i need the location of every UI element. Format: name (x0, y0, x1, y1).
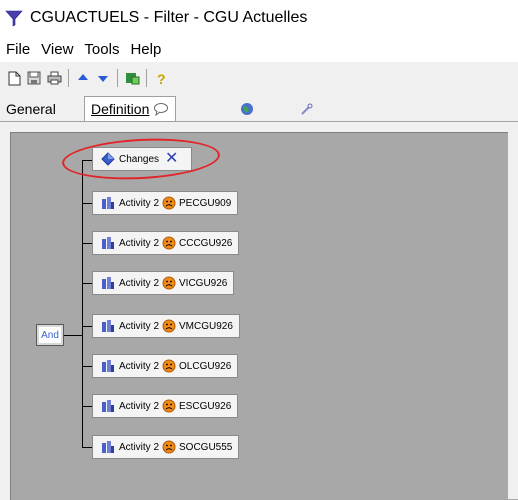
activity-label: Activity 2 (119, 400, 160, 412)
activity-icon (102, 360, 114, 372)
activity-label: Activity 2 (119, 277, 160, 289)
help-icon[interactable]: ? (153, 70, 169, 86)
move-down-icon[interactable] (95, 70, 111, 86)
sad-face-icon (162, 236, 176, 250)
tab-general[interactable]: General (2, 98, 60, 120)
tab-link[interactable] (296, 98, 318, 120)
branch-line (82, 243, 92, 244)
activity-label: Activity 2 (119, 360, 160, 372)
filter-canvas (10, 132, 518, 500)
activity-label: Activity 2 (119, 441, 160, 453)
sad-face-icon (162, 359, 176, 373)
canvas-edge (508, 132, 518, 499)
filter-funnel-icon (5, 10, 23, 27)
activity-code: ESCGU926 (179, 400, 232, 412)
menu-bar: File View Tools Help (0, 36, 518, 62)
activity-label: Activity 2 (119, 197, 160, 209)
activity-code: VICGU926 (179, 277, 228, 289)
branch-line (82, 406, 92, 407)
menu-view[interactable]: View (36, 41, 78, 58)
sad-face-icon (162, 399, 176, 413)
tab-strip: General Definition (0, 96, 518, 122)
tab-globe[interactable] (236, 98, 258, 120)
new-icon[interactable] (6, 70, 22, 86)
tab-general-label: General (6, 101, 56, 117)
activity-icon (102, 441, 114, 453)
add-condition-icon[interactable] (124, 70, 140, 86)
activity-icon (102, 237, 114, 249)
root-connector-line (64, 335, 82, 336)
sad-face-icon (162, 440, 176, 454)
activity-code: CCCGU926 (179, 237, 233, 249)
activity-node[interactable]: Activity 2 CCCGU926 (92, 231, 240, 255)
branch-line (82, 447, 92, 448)
branch-line (82, 283, 92, 284)
toolbar-separator (146, 69, 147, 87)
activity-code: VMCGU926 (179, 320, 233, 332)
activity-code: OLCGU926 (179, 360, 232, 372)
activity-node[interactable]: Activity 2 OLCGU926 (92, 354, 239, 378)
window-title: CGUACTUELS - Filter - CGU Actuelles (30, 9, 308, 26)
svg-text:?: ? (157, 71, 166, 86)
save-icon[interactable] (26, 70, 42, 86)
activity-icon (102, 320, 114, 332)
globe-icon (241, 103, 253, 115)
speech-bubble-icon (154, 103, 169, 116)
activity-node[interactable]: Activity 2 SOCGU555 (92, 435, 240, 459)
branch-line (82, 203, 92, 204)
print-icon[interactable] (46, 70, 62, 86)
toolbar: ? (4, 66, 171, 90)
activity-node[interactable]: Activity 2 ESCGU926 (92, 394, 239, 418)
sad-face-icon (162, 196, 176, 210)
activity-code: PECGU909 (179, 197, 232, 209)
activity-label: Activity 2 (119, 237, 160, 249)
menu-file[interactable]: File (1, 41, 35, 58)
activity-icon (102, 197, 114, 209)
activity-icon (102, 400, 114, 412)
link-icon (301, 103, 313, 115)
tab-definition[interactable]: Definition (84, 96, 177, 121)
title-bar: CGUACTUELS - Filter - CGU Actuelles (0, 0, 518, 36)
activity-node[interactable]: Activity 2 VMCGU926 (92, 314, 240, 338)
menu-tools[interactable]: Tools (79, 41, 124, 58)
tab-definition-label: Definition (91, 101, 150, 117)
toolbar-separator (117, 69, 118, 87)
branch-line (82, 326, 92, 327)
sad-face-icon (162, 276, 176, 290)
activity-node[interactable]: Activity 2 PECGU909 (92, 191, 239, 215)
and-operator-node[interactable]: And (36, 324, 64, 346)
branch-line (82, 366, 92, 367)
toolbar-separator (68, 69, 69, 87)
menu-help[interactable]: Help (125, 41, 166, 58)
activity-label: Activity 2 (119, 320, 160, 332)
sad-face-icon (162, 319, 176, 333)
activity-icon (102, 277, 114, 289)
activity-node[interactable]: Activity 2 VICGU926 (92, 271, 235, 295)
activity-code: SOCGU555 (179, 441, 233, 453)
move-up-icon[interactable] (75, 70, 91, 86)
